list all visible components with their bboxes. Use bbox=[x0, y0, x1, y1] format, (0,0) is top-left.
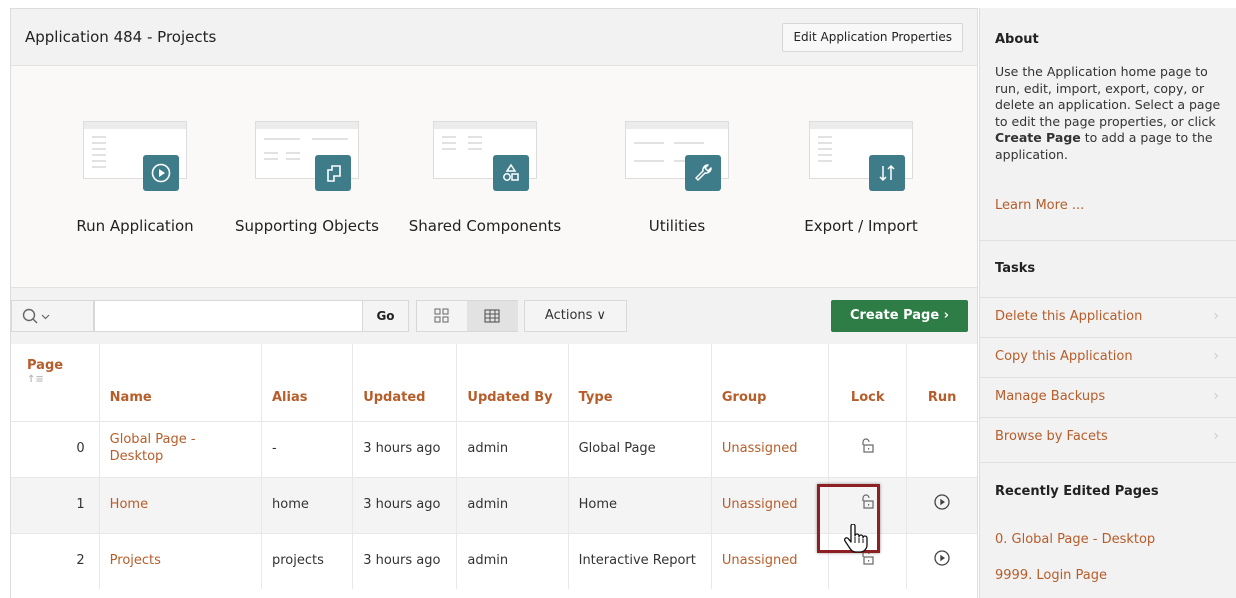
learn-more-link[interactable]: Learn More ... bbox=[995, 198, 1084, 213]
divider bbox=[980, 462, 1236, 463]
group-link[interactable]: Unassigned bbox=[711, 420, 830, 477]
report-toolbar: Go Actions ∨ Create Page › bbox=[11, 288, 977, 345]
recently-edited-heading: Recently Edited Pages bbox=[995, 484, 1159, 499]
view-switcher bbox=[416, 300, 518, 332]
table-row: 0 Global Page - Desktop - 3 hours ago ad… bbox=[11, 420, 977, 477]
page-number-cell: 2 bbox=[11, 532, 100, 589]
page-number-cell: 0 bbox=[11, 420, 100, 477]
utilities-illustration bbox=[625, 121, 729, 201]
unlocked-icon[interactable] bbox=[859, 438, 877, 459]
export-import-illustration bbox=[809, 121, 913, 201]
sort-ascending-icon: ↑≡ bbox=[27, 374, 44, 386]
shared-components-icon bbox=[493, 155, 529, 191]
column-header-lock[interactable]: Lock bbox=[828, 344, 908, 421]
group-link[interactable]: Unassigned bbox=[711, 532, 830, 589]
application-actions-panel: Run Application Supporting Objects Share… bbox=[11, 66, 977, 288]
column-header-alias[interactable]: Alias bbox=[261, 344, 354, 421]
updated-by-cell: admin bbox=[456, 532, 569, 589]
play-icon bbox=[143, 155, 179, 191]
group-link[interactable]: Unassigned bbox=[711, 476, 830, 533]
shared-components-illustration bbox=[433, 121, 537, 201]
region-header: Application 484 - Projects Edit Applicat… bbox=[11, 9, 977, 66]
supporting-objects-tile[interactable]: Supporting Objects bbox=[217, 121, 397, 235]
tile-label: Supporting Objects bbox=[235, 217, 379, 235]
right-sidebar: About Use the Application home page to r… bbox=[979, 8, 1236, 598]
search-input[interactable] bbox=[94, 300, 363, 332]
edit-application-properties-button[interactable]: Edit Application Properties bbox=[782, 23, 963, 52]
export-import-tile[interactable]: Export / Import bbox=[771, 121, 951, 235]
go-button[interactable]: Go bbox=[362, 300, 409, 332]
type-cell: Home bbox=[568, 476, 712, 533]
task-delete-application[interactable]: Delete this Application › bbox=[980, 298, 1236, 338]
about-text: Use the Application home page to run, ed… bbox=[995, 64, 1221, 162]
export-import-icon bbox=[869, 155, 905, 191]
task-manage-backups[interactable]: Manage Backups › bbox=[980, 378, 1236, 418]
tile-label: Shared Components bbox=[408, 217, 562, 235]
tasks-heading: Tasks bbox=[995, 261, 1036, 276]
run-cell bbox=[906, 420, 977, 477]
updated-cell: 3 hours ago bbox=[352, 532, 458, 589]
hand-pointer-cursor-icon bbox=[843, 523, 869, 558]
actions-menu-button[interactable]: Actions ∨ bbox=[524, 300, 627, 332]
tile-label: Run Application bbox=[76, 217, 194, 235]
report-view-button[interactable] bbox=[467, 301, 518, 331]
about-heading: About bbox=[995, 32, 1039, 47]
utilities-tile[interactable]: Utilities bbox=[587, 121, 767, 235]
unlocked-icon[interactable] bbox=[859, 550, 877, 571]
alias-cell: projects bbox=[261, 532, 354, 589]
column-header-run[interactable]: Run bbox=[906, 344, 977, 421]
alias-cell: home bbox=[261, 476, 354, 533]
tile-label: Export / Import bbox=[804, 217, 918, 235]
recent-page-link[interactable]: 9999. Login Page bbox=[995, 568, 1107, 583]
chevron-right-icon: › bbox=[1213, 428, 1219, 444]
updated-by-cell: admin bbox=[456, 476, 569, 533]
task-browse-by-facets[interactable]: Browse by Facets › bbox=[980, 418, 1236, 458]
shared-components-tile[interactable]: Shared Components bbox=[395, 121, 575, 235]
page-name-link[interactable]: Projects bbox=[99, 532, 263, 589]
alias-cell: - bbox=[261, 420, 354, 477]
updated-cell: 3 hours ago bbox=[352, 420, 458, 477]
type-cell: Global Page bbox=[568, 420, 712, 477]
recent-page-link[interactable]: 0. Global Page - Desktop bbox=[995, 532, 1155, 547]
column-header-updated[interactable]: Updated bbox=[352, 344, 458, 421]
run-page-icon[interactable] bbox=[933, 494, 951, 515]
page-name-link[interactable]: Home bbox=[99, 476, 263, 533]
supporting-objects-illustration bbox=[255, 121, 359, 201]
supporting-objects-icon bbox=[315, 155, 351, 191]
chevron-right-icon: › bbox=[1213, 348, 1219, 364]
updated-by-cell: admin bbox=[456, 420, 569, 477]
tile-label: Utilities bbox=[648, 217, 706, 235]
run-cell bbox=[906, 476, 977, 533]
column-header-group[interactable]: Group bbox=[711, 344, 830, 421]
page-name-link[interactable]: Global Page - Desktop bbox=[99, 420, 263, 477]
column-header-updated-by[interactable]: Updated By bbox=[456, 344, 569, 421]
chevron-right-icon: › bbox=[1213, 388, 1219, 404]
chevron-right-icon: › bbox=[1213, 308, 1219, 324]
updated-cell: 3 hours ago bbox=[352, 476, 458, 533]
type-cell: Interactive Report bbox=[568, 532, 712, 589]
page-number-cell: 1 bbox=[11, 476, 100, 533]
run-cell bbox=[906, 532, 977, 589]
page-title: Application 484 - Projects bbox=[25, 28, 217, 46]
column-header-type[interactable]: Type bbox=[568, 344, 712, 421]
column-header-page[interactable]: Page ↑≡ bbox=[11, 344, 100, 421]
divider bbox=[980, 240, 1236, 241]
column-header-name[interactable]: Name bbox=[99, 344, 263, 421]
create-page-button[interactable]: Create Page › bbox=[831, 300, 968, 332]
wrench-icon bbox=[685, 155, 721, 191]
lock-cell bbox=[828, 420, 908, 477]
run-application-illustration bbox=[83, 121, 187, 201]
search-columns-button[interactable] bbox=[11, 300, 94, 332]
run-application-tile[interactable]: Run Application bbox=[45, 121, 225, 235]
run-page-icon[interactable] bbox=[933, 550, 951, 571]
table-header-row: Page ↑≡ Name Alias Updated Updated By Typ… bbox=[11, 344, 977, 421]
task-copy-application[interactable]: Copy this Application › bbox=[980, 338, 1236, 378]
